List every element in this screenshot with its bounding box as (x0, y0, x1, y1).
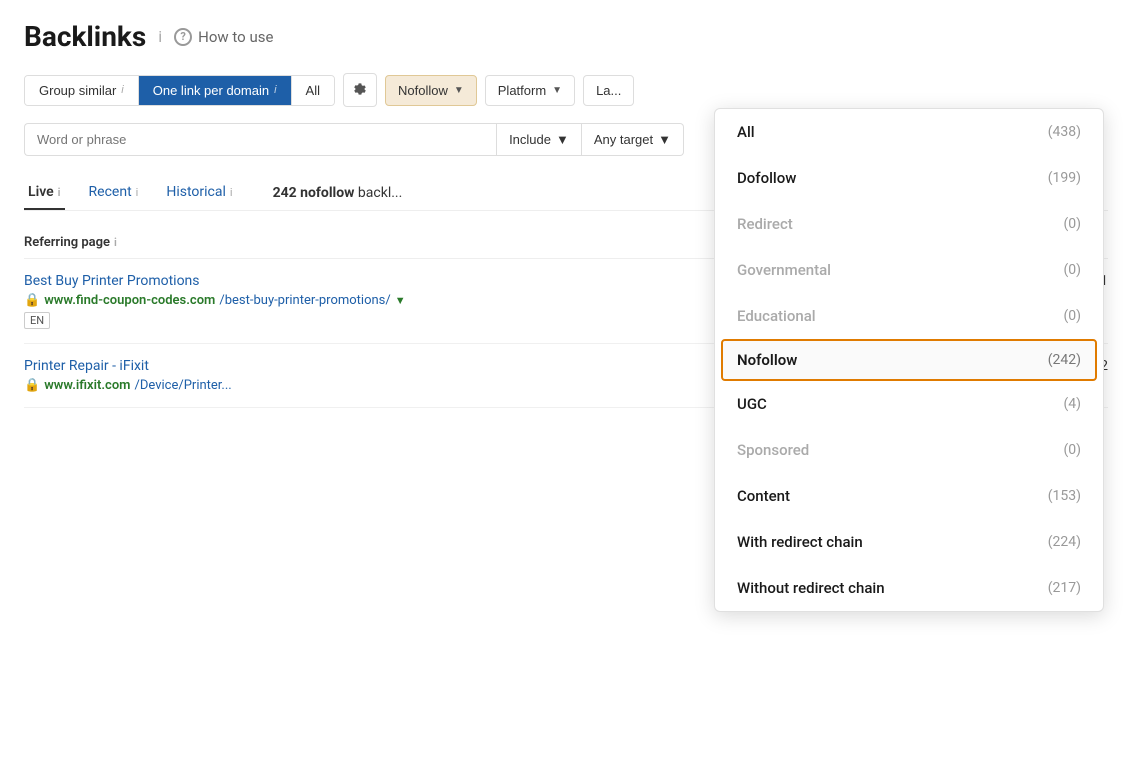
nofollow-label: Nofollow (398, 83, 448, 98)
group-similar-label: Group similar (39, 83, 116, 98)
dropdown-item-8[interactable]: Content (153) (715, 473, 1103, 519)
search-row: Include ▼ Any target ▼ (24, 123, 684, 156)
dropdown-item-1[interactable]: Dofollow (199) (715, 155, 1103, 201)
search-input[interactable] (25, 124, 496, 155)
any-target-arrow-icon: ▼ (658, 132, 671, 147)
tab-recent-info: i (136, 186, 139, 199)
all-tab[interactable]: All (292, 76, 334, 105)
dropdown-item-count-7: (0) (1063, 442, 1081, 458)
nofollow-arrow-icon: ▼ (454, 85, 464, 96)
nofollow-dropdown-menu: All(438)Dofollow(199)Redirect(0)Governme… (714, 108, 1104, 612)
dropdown-item-label-10: Without redirect chain (737, 579, 885, 597)
platform-label: Platform (498, 83, 546, 98)
group-similar-tab[interactable]: Group similar i (25, 76, 139, 105)
dropdown-item-count-4: (0) (1063, 308, 1081, 324)
how-to-use-link[interactable]: ? How to use (174, 28, 273, 46)
dropdown-item-label-2: Redirect (737, 215, 793, 233)
dropdown-item-5[interactable]: Nofollow (242) (721, 339, 1097, 381)
any-target-dropdown-button[interactable]: Any target ▼ (582, 123, 684, 156)
settings-button[interactable] (343, 73, 377, 107)
dropdown-item-label-7: Sponsored (737, 441, 809, 459)
url-domain-2[interactable]: www.ifixit.com (44, 378, 130, 393)
search-input-wrap (24, 123, 496, 156)
lock-icon-1: 🔒 (24, 293, 40, 308)
backlink-count-display: 242 nofollow backl... (273, 185, 403, 201)
one-link-per-domain-tab[interactable]: One link per domain i (139, 76, 292, 105)
platform-arrow-icon: ▼ (552, 85, 562, 96)
tab-historical-info: i (230, 186, 233, 199)
dropdown-item-6[interactable]: UGC (4) (715, 381, 1103, 427)
dropdown-item-label-4: Educational (737, 307, 816, 325)
dropdown-item-label-1: Dofollow (737, 169, 796, 187)
dropdown-item-count-10: (217) (1048, 580, 1081, 596)
url-arrow-icon-1: ▼ (395, 294, 406, 307)
tab-live[interactable]: Live i (24, 176, 65, 210)
tab-recent[interactable]: Recent i (85, 176, 143, 210)
dropdown-item-label-8: Content (737, 487, 790, 505)
title-info-icon[interactable]: i (158, 27, 162, 46)
url-path-1[interactable]: /best-buy-printer-promotions/ (219, 293, 390, 308)
dropdown-item-10[interactable]: Without redirect chain (217) (715, 565, 1103, 611)
one-link-per-domain-label: One link per domain (153, 83, 269, 98)
lock-icon-2: 🔒 (24, 378, 40, 393)
dropdown-item-count-1: (199) (1048, 170, 1081, 186)
url-domain-1[interactable]: www.find-coupon-codes.com (44, 293, 215, 308)
dropdown-item-label-5: Nofollow (737, 351, 797, 369)
dropdown-item-7[interactable]: Sponsored (0) (715, 427, 1103, 473)
language-button[interactable]: La... (583, 75, 634, 106)
dropdown-item-count-0: (438) (1048, 124, 1081, 140)
include-arrow-icon: ▼ (556, 132, 569, 147)
how-to-use-label: How to use (198, 28, 273, 46)
toolbar: Group similar i One link per domain i Al… (24, 73, 1108, 107)
col-page-info-icon: i (114, 236, 117, 249)
dropdown-item-label-6: UGC (737, 395, 767, 413)
one-link-info: i (274, 84, 276, 96)
help-circle-icon: ? (174, 28, 192, 46)
nofollow-dropdown-button[interactable]: Nofollow ▼ (385, 75, 477, 106)
group-similar-info: i (121, 84, 123, 96)
dropdown-item-2[interactable]: Redirect (0) (715, 201, 1103, 247)
include-dropdown-button[interactable]: Include ▼ (496, 123, 582, 156)
platform-dropdown-button[interactable]: Platform ▼ (485, 75, 575, 106)
col-page-label: Referring page (24, 235, 110, 250)
url-path-2[interactable]: /Device/Printer... (134, 378, 231, 393)
gear-icon (352, 82, 368, 98)
dropdown-item-count-5: (242) (1048, 352, 1081, 368)
lang-badge-1: EN (24, 312, 50, 329)
tab-live-info: i (58, 186, 61, 199)
dropdown-item-3[interactable]: Governmental (0) (715, 247, 1103, 293)
page-header: Backlinks i ? How to use (24, 20, 1108, 53)
dropdown-item-label-0: All (737, 123, 755, 141)
dropdown-item-count-2: (0) (1063, 216, 1081, 232)
page-title: Backlinks (24, 20, 146, 53)
include-label: Include (509, 132, 551, 147)
all-label: All (306, 83, 320, 98)
dropdown-item-label-3: Governmental (737, 261, 831, 279)
dropdown-item-9[interactable]: With redirect chain (224) (715, 519, 1103, 565)
dropdown-item-label-9: With redirect chain (737, 533, 863, 551)
view-mode-group: Group similar i One link per domain i Al… (24, 75, 335, 106)
any-target-label: Any target (594, 132, 653, 147)
dropdown-item-4[interactable]: Educational (0) (715, 293, 1103, 339)
tab-historical-label: Historical (166, 184, 226, 200)
dropdown-item-count-9: (224) (1048, 534, 1081, 550)
lang-label: La... (596, 83, 621, 98)
tab-historical[interactable]: Historical i (162, 176, 236, 210)
tab-live-label: Live (28, 184, 54, 200)
dropdown-item-count-8: (153) (1048, 488, 1081, 504)
dropdown-item-0[interactable]: All (438) (715, 109, 1103, 155)
tab-recent-label: Recent (89, 184, 132, 200)
dropdown-item-count-6: (4) (1063, 396, 1081, 412)
dropdown-item-count-3: (0) (1063, 262, 1081, 278)
page-wrapper: Backlinks i ? How to use Group similar i… (0, 0, 1132, 760)
